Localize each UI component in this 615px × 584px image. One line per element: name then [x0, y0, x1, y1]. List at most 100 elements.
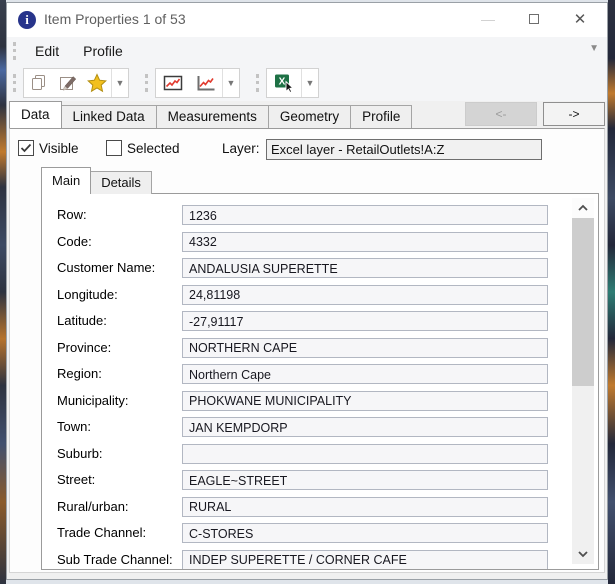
form-field-row: Town: JAN KEMPDORP	[42, 417, 598, 444]
maximize-icon	[529, 14, 539, 24]
field-value-box[interactable]: 1236	[182, 205, 548, 225]
toolbar-grip-handle[interactable]	[13, 73, 17, 92]
tab-data[interactable]: Data	[9, 101, 62, 128]
field-value-box[interactable]: EAGLE~STREET	[182, 470, 548, 490]
background-app-strip-right	[608, 0, 615, 584]
form-field-row: Sub Trade Channel: INDEP SUPERETTE / COR…	[42, 549, 598, 569]
form-field-row: Row: 1236	[42, 205, 598, 232]
form-field-row: Customer Name: ANDALUSIA SUPERETTE	[42, 258, 598, 285]
form-field-row: Region: Northern Cape	[42, 364, 598, 391]
copy-button[interactable]	[24, 69, 53, 97]
field-value-box[interactable]: 4332	[182, 231, 548, 252]
title-bar: i Item Properties 1 of 53 — ✕	[7, 3, 607, 37]
toolbar-grip-handle[interactable]	[256, 73, 260, 92]
toolbar-grip-handle[interactable]	[145, 73, 149, 92]
toolbar: ▼ ▼ X ▼	[7, 64, 607, 101]
window-title: Item Properties 1 of 53	[44, 11, 186, 27]
chart-axis-button[interactable]	[189, 69, 222, 97]
form-field-row: Trade Channel: C-STORES	[42, 523, 598, 550]
tab-linked-data[interactable]: Linked Data	[60, 105, 157, 128]
options-row: Visible Selected Layer: Excel layer - Re…	[10, 139, 604, 161]
scrollbar-thumb[interactable]	[572, 218, 594, 386]
field-value-box[interactable]: ANDALUSIA SUPERETTE	[182, 258, 548, 278]
form-rows: Row: 1236 Code: 4332 Customer Name: ANDA…	[42, 194, 598, 569]
field-value-box[interactable]: INDEP SUPERETTE / CORNER CAFE	[182, 549, 548, 569]
form-field-row: Rural/urban: RURAL	[42, 496, 598, 524]
form-field-row: Province: NORTHERN CAPE	[42, 337, 598, 365]
field-label: Sub Trade Channel:	[57, 551, 173, 567]
field-label: Rural/urban:	[57, 498, 129, 514]
field-value-box[interactable]: -27,91117	[182, 311, 548, 331]
favorite-button[interactable]	[82, 69, 111, 97]
excel-dropdown-button[interactable]: ▼	[301, 68, 318, 97]
layer-field[interactable]: Excel layer - RetailOutlets!A:Z	[266, 139, 542, 160]
toolbar-group-clipboard: ▼	[7, 67, 129, 98]
field-value-box[interactable]: JAN KEMPDORP	[182, 417, 548, 437]
form-field-row: Street: EAGLE~STREET	[42, 470, 598, 497]
toolbar-group-excel: X ▼	[250, 67, 319, 98]
tab-measurements[interactable]: Measurements	[155, 105, 269, 128]
field-label: Suburb:	[57, 445, 103, 461]
toolbar-group-charts: ▼	[139, 67, 240, 98]
chevron-down-icon	[578, 551, 588, 558]
subtab-main[interactable]: Main	[41, 167, 92, 194]
scroll-up-button[interactable]	[572, 198, 594, 218]
excel-select-button[interactable]: X	[267, 69, 301, 97]
edit-item-icon	[59, 75, 76, 90]
tab-profile[interactable]: Profile	[350, 105, 413, 128]
field-value-box[interactable]: 24,81198	[182, 284, 548, 305]
subtab-strip: Main Details	[41, 167, 152, 194]
form-field-row: Latitude: -27,91117	[42, 311, 598, 338]
excel-select-icon: X	[275, 74, 294, 93]
menu-edit[interactable]: Edit	[23, 40, 71, 62]
menubar-grip-handle[interactable]	[13, 41, 17, 60]
svg-text:X: X	[279, 76, 286, 87]
form-field-row: Suburb:	[42, 443, 598, 471]
edit-item-button[interactable]	[53, 69, 82, 97]
field-label: Town:	[57, 419, 91, 434]
field-value-box[interactable]: C-STORES	[182, 523, 548, 543]
field-label: Row:	[57, 207, 87, 222]
field-value-box[interactable]: Northern Cape	[182, 364, 548, 384]
field-label: Trade Channel:	[57, 525, 147, 540]
selected-checkbox[interactable]	[106, 140, 122, 156]
next-item-button[interactable]: ->	[543, 102, 605, 126]
minimize-icon: —	[481, 11, 495, 27]
field-value-box[interactable]	[182, 443, 548, 464]
checkmark-icon	[20, 143, 32, 153]
close-icon: ✕	[573, 11, 587, 28]
clipboard-dropdown-button[interactable]: ▼	[111, 68, 128, 97]
field-label: Customer Name:	[57, 260, 156, 275]
favorite-star-icon	[86, 72, 107, 92]
item-properties-dialog: i Item Properties 1 of 53 — ✕ Edit Profi…	[6, 2, 608, 580]
menubar-overflow-chevron-icon[interactable]: ▼	[589, 43, 599, 54]
chart-boxed-button[interactable]	[156, 69, 189, 97]
maximize-button[interactable]	[513, 3, 555, 35]
menu-bar: Edit Profile ▼	[7, 37, 607, 64]
minimize-button[interactable]: —	[467, 3, 509, 35]
info-icon: i	[18, 11, 36, 29]
field-value-box[interactable]: RURAL	[182, 496, 548, 517]
tab-strip: Data Linked Data Measurements Geometry Profi…	[9, 101, 413, 128]
tab-strip-container: Data Linked Data Measurements Geometry Profi…	[7, 101, 607, 128]
vertical-scrollbar[interactable]	[572, 198, 594, 564]
visible-checkbox[interactable]	[18, 140, 34, 156]
field-value-box[interactable]: NORTHERN CAPE	[182, 337, 548, 358]
menu-profile[interactable]: Profile	[71, 40, 135, 62]
field-label: Latitude:	[57, 313, 107, 328]
subtab-details[interactable]: Details	[90, 171, 152, 194]
main-subtab-panel: Row: 1236 Code: 4332 Customer Name: ANDA…	[41, 193, 599, 570]
close-button[interactable]: ✕	[559, 3, 601, 35]
form-field-row: Code: 4332	[42, 231, 598, 259]
chart-line-axis-icon	[197, 75, 214, 90]
charts-dropdown-button[interactable]: ▼	[222, 68, 239, 97]
field-label: Street:	[57, 472, 96, 487]
scroll-down-button[interactable]	[572, 544, 594, 564]
copy-icon	[31, 74, 45, 90]
field-value-box[interactable]: PHOKWANE MUNICIPALITY	[182, 390, 548, 411]
visible-checkbox-label: Visible	[39, 141, 79, 156]
tab-geometry[interactable]: Geometry	[267, 105, 352, 128]
previous-item-button[interactable]: <-	[465, 102, 537, 126]
field-label: Code:	[57, 233, 92, 249]
field-label: Municipality:	[57, 392, 129, 408]
